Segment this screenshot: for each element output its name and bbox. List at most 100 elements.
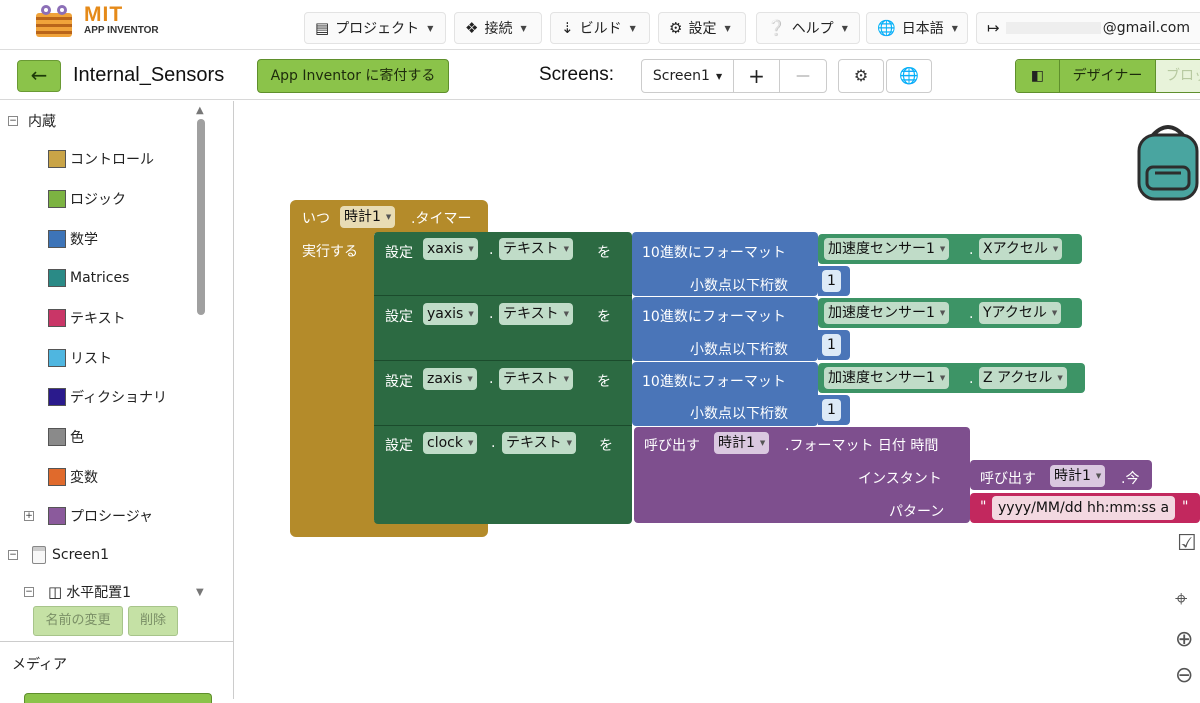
colors-swatch-icon	[48, 428, 66, 446]
method-label: .フォーマット 日付 時間	[785, 438, 939, 454]
do-label: 実行する	[302, 244, 358, 260]
menu-account[interactable]: ↦ @gmail.com	[976, 12, 1200, 44]
category-label: Matrices	[70, 270, 130, 286]
property-dropdown[interactable]: テキスト ▼	[499, 303, 573, 325]
sensor-dropdown[interactable]: 加速度センサー1 ▼	[824, 302, 950, 324]
menu-build[interactable]: ⇣ ビルド ▼	[550, 12, 650, 44]
add-screen-button[interactable]: +	[734, 60, 780, 92]
sensor-dropdown[interactable]: 加速度センサー1 ▼	[824, 367, 950, 389]
remove-screen-button[interactable]: —	[780, 60, 826, 92]
chevron-down-icon: ▼	[939, 374, 946, 382]
category-math[interactable]: 数学	[48, 229, 98, 249]
screens-label: Screens:	[539, 64, 614, 85]
top-bar: MIT APP INVENTOR ▤ プロジェクト ▼ ❖ 接続 ▼ ⇣ ビルド…	[0, 0, 1200, 50]
math-swatch-icon	[48, 230, 66, 248]
blocks-workspace[interactable]: ☑ ⌖ ⊕ ⊖ いつ 時計1 ▼ .タイマー 実行する 設定 xaxis ▼ . テ…	[235, 101, 1200, 699]
upload-media-button[interactable]	[24, 693, 212, 703]
category-lists[interactable]: リスト	[48, 348, 112, 368]
category-control[interactable]: コントロール	[48, 149, 154, 169]
pattern-value[interactable]: yyyy/MM/dd hh:mm:ss a	[992, 496, 1176, 520]
rename-button[interactable]: 名前の変更	[33, 606, 123, 636]
sign-out-icon: ↦	[987, 19, 1000, 37]
category-variables[interactable]: 変数	[48, 467, 98, 487]
screen-node[interactable]: − Screen1	[8, 546, 109, 564]
logo-text: MIT APP INVENTOR	[84, 4, 159, 36]
procedures-swatch-icon	[48, 507, 66, 525]
expand-icon[interactable]: +	[24, 511, 34, 521]
var-dropdown-label: clock	[427, 435, 463, 451]
category-logic[interactable]: ロジック	[48, 189, 126, 209]
clock-dropdown[interactable]: 時計1 ▼	[1050, 465, 1106, 487]
palette-scrollbar[interactable]	[197, 119, 205, 315]
back-button[interactable]: ←	[17, 60, 61, 92]
blocks-palette: ▲ ▼ − 内蔵 コントロール ロジック 数学 Matrices テキスト リス…	[0, 101, 234, 703]
chevron-down-icon: ▼	[1051, 309, 1058, 317]
dictionaries-swatch-icon	[48, 388, 66, 406]
arrangement-node[interactable]: − ◫ 水平配置1	[24, 582, 131, 602]
blocks-button[interactable]: ブロッ	[1156, 60, 1200, 92]
dot-separator: .	[969, 242, 974, 258]
var-dropdown[interactable]: zaxis ▼	[423, 368, 477, 390]
axis-dropdown[interactable]: Xアクセル ▼	[979, 238, 1063, 260]
project-properties-button[interactable]: ⚙	[838, 59, 884, 93]
zoom-in-icon[interactable]: ⊕	[1175, 627, 1193, 652]
axis-dropdown[interactable]: Z アクセル ▼	[979, 367, 1067, 389]
var-dropdown[interactable]: yaxis ▼	[423, 303, 478, 325]
connect-icon: ❖	[465, 19, 479, 37]
category-dictionaries[interactable]: ディクショナリ	[48, 387, 167, 407]
checklist-icon[interactable]: ☑	[1177, 531, 1197, 556]
property-dropdown[interactable]: テキスト ▼	[502, 432, 576, 454]
scroll-up-icon[interactable]: ▲	[196, 105, 204, 116]
screen-dropdown[interactable]: Screen1 ▼	[642, 60, 734, 92]
axis-dropdown[interactable]: Yアクセル ▼	[979, 302, 1062, 324]
screen-label: Screen1	[52, 547, 110, 563]
component-dropdown[interactable]: 時計1 ▼	[340, 206, 396, 228]
layout-icon: ◧	[1030, 68, 1045, 84]
category-colors[interactable]: 色	[48, 427, 84, 447]
category-matrices[interactable]: Matrices	[48, 269, 129, 287]
category-label: 色	[70, 430, 84, 446]
category-text[interactable]: テキスト	[48, 308, 126, 328]
collapse-icon[interactable]: −	[8, 550, 18, 560]
account-email: @gmail.com	[1102, 20, 1190, 36]
property-dropdown[interactable]: テキスト ▼	[499, 238, 573, 260]
publish-button[interactable]: 🌐	[886, 59, 932, 93]
menu-help[interactable]: ❔ ヘルプ ▼	[756, 12, 860, 44]
menu-settings[interactable]: ⚙ 設定 ▼	[658, 12, 746, 44]
call-label: 呼び出す	[644, 438, 700, 454]
globe-icon: 🌐	[877, 19, 896, 37]
media-label: メディア	[12, 657, 68, 673]
category-procedures[interactable]: + プロシージャ	[24, 506, 153, 526]
menu-language[interactable]: 🌐 日本語 ▼	[866, 12, 968, 44]
set-label: 設定	[385, 438, 413, 454]
collapse-icon[interactable]: −	[24, 587, 34, 597]
menu-help-label: ヘルプ	[791, 21, 834, 37]
sensor-dropdown[interactable]: 加速度センサー1 ▼	[824, 238, 950, 260]
designer-button[interactable]: デザイナー	[1060, 60, 1156, 92]
logo-subtitle: APP INVENTOR	[84, 25, 159, 36]
recenter-icon[interactable]: ⌖	[1175, 587, 1187, 612]
arrangement-label: 水平配置1	[66, 585, 132, 601]
builtin-node[interactable]: − 内蔵	[8, 111, 56, 131]
delete-button[interactable]: 削除	[128, 606, 178, 636]
menu-project[interactable]: ▤ プロジェクト ▼	[304, 12, 446, 44]
designer-icon-button[interactable]: ◧	[1016, 60, 1060, 92]
matrices-swatch-icon	[48, 269, 66, 287]
sensor-dropdown-label: 加速度センサー1	[828, 241, 935, 257]
property-dropdown-label: テキスト	[506, 435, 562, 451]
clock-dropdown[interactable]: 時計1 ▼	[714, 432, 770, 454]
collapse-icon[interactable]: −	[8, 116, 18, 126]
backpack-icon[interactable]	[1133, 123, 1200, 203]
decimals-value[interactable]: 1	[822, 270, 841, 292]
donate-button[interactable]: App Inventor に寄付する	[257, 59, 449, 93]
var-dropdown[interactable]: xaxis ▼	[423, 238, 478, 260]
chevron-down-icon: ▼	[1057, 374, 1063, 382]
decimals-value[interactable]: 1	[822, 399, 841, 421]
build-icon: ⇣	[561, 19, 574, 37]
decimals-value[interactable]: 1	[822, 334, 841, 356]
zoom-out-icon[interactable]: ⊖	[1175, 663, 1193, 688]
scroll-down-icon[interactable]: ▼	[196, 587, 204, 598]
var-dropdown[interactable]: clock ▼	[423, 432, 478, 454]
property-dropdown[interactable]: テキスト ▼	[499, 368, 573, 390]
menu-connect[interactable]: ❖ 接続 ▼	[454, 12, 542, 44]
